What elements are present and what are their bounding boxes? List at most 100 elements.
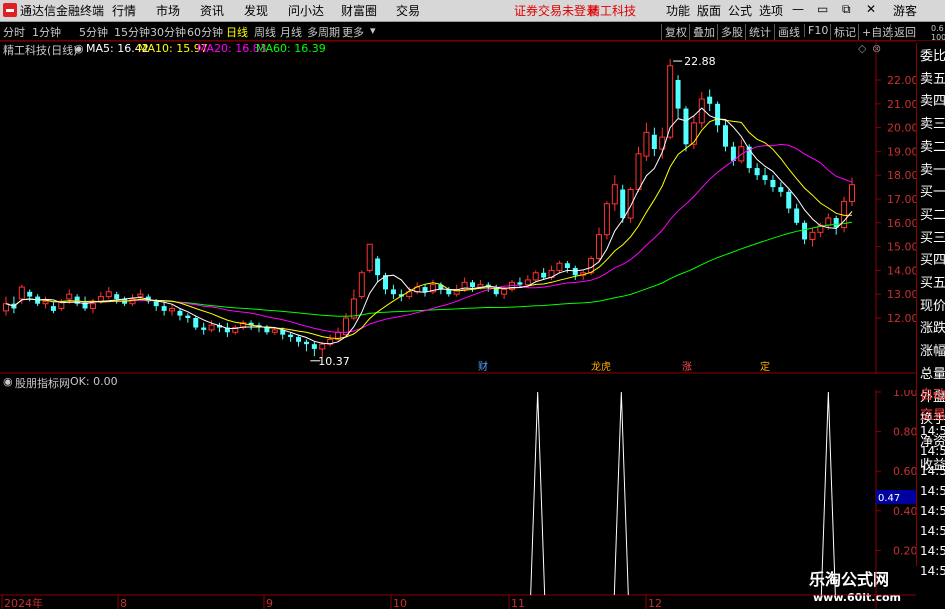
- price-tick-label: 17.00: [887, 193, 916, 206]
- volume-unit: 0.61000: [931, 24, 945, 42]
- quote-field-label: 卖三: [920, 117, 945, 133]
- event-marker: 财: [478, 360, 488, 373]
- menu-shichang[interactable]: 市场: [156, 2, 180, 19]
- trade-login-status[interactable]: 证券交易未登录: [514, 2, 598, 19]
- btn-fuquan[interactable]: 复权: [661, 24, 687, 40]
- candle-body-up: [524, 279, 531, 286]
- candle-body-up: [556, 262, 563, 271]
- candle-body-up: [18, 286, 25, 300]
- period-monthly[interactable]: 月线: [280, 24, 302, 40]
- candle-body-down: [161, 306, 167, 311]
- price-tick-label: 21.00: [887, 98, 916, 111]
- menu-jiaoyi[interactable]: 交易: [396, 2, 420, 19]
- menu-caifuquan[interactable]: 财富圈: [341, 2, 377, 19]
- candle-body-down: [762, 175, 768, 180]
- date-tick-label: 10: [393, 597, 407, 609]
- trade-tick-time: 14:56: [920, 544, 945, 558]
- btn-duogu[interactable]: 多股: [717, 24, 743, 40]
- period-5min[interactable]: 5分钟: [79, 24, 108, 40]
- trade-tick-time: 自动: [920, 388, 945, 403]
- period-multi[interactable]: 多周期: [307, 24, 340, 40]
- menu-xuanxiang[interactable]: 选项: [759, 2, 783, 19]
- period-60min[interactable]: 60分钟: [187, 24, 223, 40]
- indicator-ok-value: OK: 0.00: [70, 375, 118, 388]
- candle-body-up: [319, 343, 326, 350]
- menu-gongneng[interactable]: 功能: [666, 2, 690, 19]
- menu-zixun[interactable]: 资讯: [200, 2, 224, 19]
- candle-body-down: [82, 301, 88, 309]
- period-15min[interactable]: 15分钟: [114, 24, 150, 40]
- more-dropdown-icon[interactable]: ▾: [370, 24, 376, 37]
- period-more[interactable]: 更多: [342, 24, 364, 40]
- candle-body-down: [786, 191, 792, 209]
- trade-tick-time: 14:56: [920, 524, 945, 538]
- period-weekly[interactable]: 周线: [254, 24, 276, 40]
- candle-body-down: [572, 268, 578, 276]
- menu-banmian[interactable]: 版面: [697, 2, 721, 19]
- candle-body-down: [675, 80, 681, 109]
- period-1min[interactable]: 1分钟: [32, 24, 61, 40]
- quote-field-label: 卖四: [920, 94, 945, 110]
- candle-body-down: [375, 258, 381, 276]
- window-restore-icon[interactable]: ⧉: [842, 2, 851, 17]
- indicator-tick-label: 0.40: [893, 505, 916, 518]
- event-marker: 涨: [682, 361, 692, 373]
- candle-body-up: [366, 243, 373, 271]
- candle-body-up: [271, 329, 278, 333]
- candle-body-up: [137, 293, 144, 298]
- candle-body-up: [350, 298, 357, 319]
- date-tick-label: 9: [266, 597, 273, 609]
- btn-f10[interactable]: F10: [804, 24, 828, 37]
- menu-wenxiaoda[interactable]: 问小达: [288, 2, 324, 19]
- indicator-chart[interactable]: 1.00 0.80 0.60 0.40 0.20 0.47 2024年 8 9 10 11 12: [0, 390, 916, 609]
- btn-biaoji[interactable]: 标记: [830, 24, 856, 40]
- menu-hangqing[interactable]: 行情: [112, 2, 136, 19]
- candle-body-down: [541, 272, 547, 278]
- btn-back[interactable]: 返回: [890, 24, 916, 40]
- candle-body-up: [358, 272, 365, 298]
- guest-user[interactable]: 游客: [893, 2, 917, 19]
- indicator-spike: [613, 391, 629, 596]
- candlestick-chart[interactable]: 22.00 21.00 20.00 19.00 18.00 17.00 16.00 15.00…: [0, 40, 916, 374]
- candle-body-up: [627, 188, 634, 219]
- period-30min[interactable]: 30分钟: [150, 24, 186, 40]
- date-tick-label: 8: [120, 597, 127, 609]
- indicator-spike: [820, 391, 836, 596]
- trade-tick-time: 14:56: [920, 504, 945, 518]
- btn-add-favorite[interactable]: +自选: [858, 24, 893, 40]
- trade-tick-time: 14:56: [920, 444, 945, 458]
- candle-body-up: [809, 231, 816, 240]
- candle-body-up: [169, 307, 176, 312]
- period-intraday[interactable]: 分时: [3, 24, 25, 40]
- candle-body-down: [288, 334, 294, 338]
- btn-tongji[interactable]: 统计: [745, 24, 771, 40]
- high-price-label: 22.88: [684, 55, 716, 68]
- candle-body-down: [778, 187, 784, 192]
- price-tick-label: 20.00: [887, 122, 916, 135]
- btn-huaxian[interactable]: 画线: [774, 24, 800, 40]
- indicator-settings-icon[interactable]: ◉: [3, 375, 13, 388]
- candle-body-up: [208, 324, 215, 331]
- candle-body-down: [794, 208, 800, 223]
- btn-diejia[interactable]: 叠加: [689, 24, 715, 40]
- candle-body-down: [833, 218, 839, 228]
- candle-body-down: [683, 108, 689, 145]
- candle-body-down: [715, 103, 721, 126]
- price-tick-label: 12.00: [887, 312, 916, 325]
- price-tick-label: 22.00: [887, 74, 916, 87]
- menu-gongshi[interactable]: 公式: [728, 2, 752, 19]
- candle-body-down: [114, 294, 120, 299]
- date-tick-label: 11: [511, 597, 525, 609]
- candle-body-down: [651, 134, 657, 150]
- window-maximize-icon[interactable]: ▭: [817, 2, 828, 16]
- window-close-icon[interactable]: ✕: [866, 2, 876, 16]
- period-daily[interactable]: 日线: [226, 24, 248, 40]
- indicator-title: 股朋指标网: [15, 377, 70, 390]
- window-minimize-icon[interactable]: —: [792, 2, 804, 16]
- candle-body-up: [849, 184, 855, 202]
- price-tick-label: 13.00: [887, 288, 916, 301]
- candle-body-up: [66, 293, 73, 300]
- menu-faxian[interactable]: 发现: [244, 2, 268, 19]
- title-bar: 通达信金融终端 行情 市场 资讯 发现 问小达 财富圈 交易 证券交易未登录 精…: [0, 0, 945, 22]
- app-title: 通达信金融终端: [20, 4, 105, 18]
